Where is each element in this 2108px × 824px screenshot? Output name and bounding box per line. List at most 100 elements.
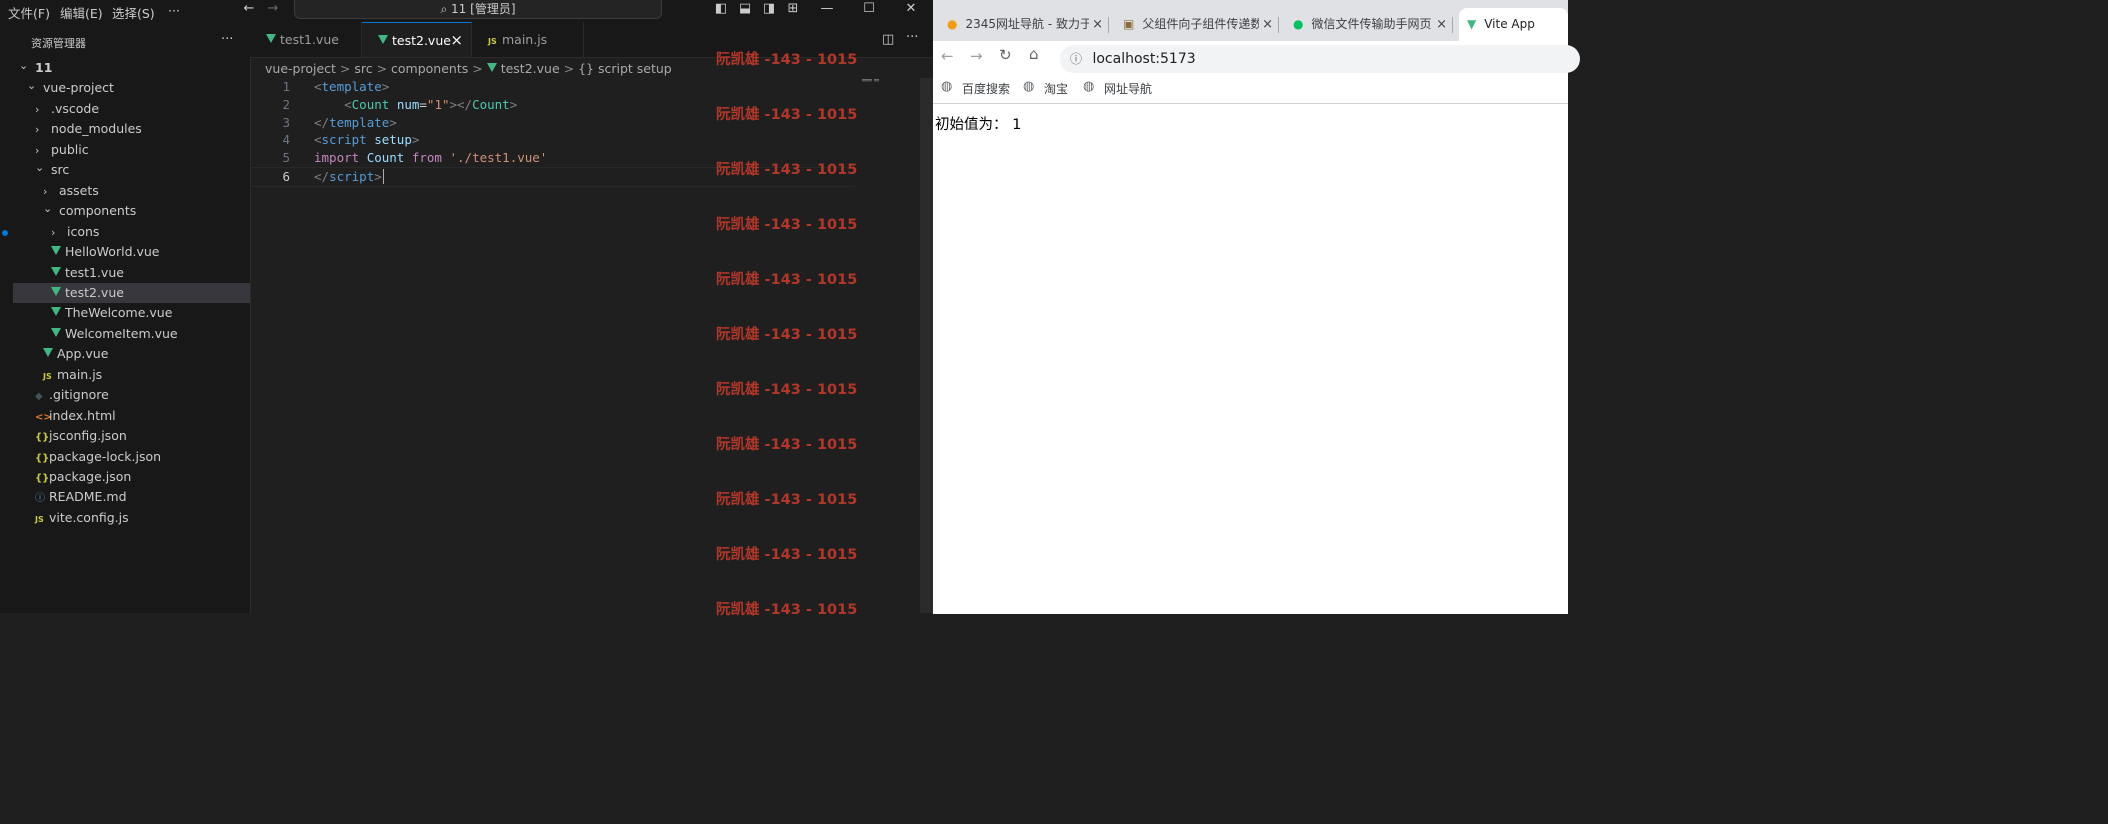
toggle-panel-icon[interactable]: ⬓ <box>736 1 754 17</box>
code-line[interactable]: 1 <template> <box>250 78 855 96</box>
explorer-sidebar: 资源管理器 ··· ⌄ 11 ⌄ vue-project › .vscode › node_m… <box>13 22 251 613</box>
editor-tab-label: test2.vue <box>392 33 451 48</box>
browser-tab[interactable]: ● 2345网址导航 - 致力于 × <box>939 8 1109 41</box>
home-icon[interactable]: ⌂ <box>1029 45 1039 63</box>
command-center[interactable]: ⌕ 11 [管理员] <box>294 0 662 19</box>
tree-item[interactable]: ⌄ vue-project <box>13 78 250 98</box>
editor-scrollbar[interactable] <box>920 78 933 613</box>
tree-item[interactable]: WelcomeItem.vue <box>13 324 250 344</box>
editor-tab[interactable]: test2.vue × <box>362 22 472 57</box>
minimize-icon[interactable]: — <box>818 1 836 17</box>
tab-separator <box>1278 17 1279 33</box>
close-window-icon[interactable]: ✕ <box>902 1 920 17</box>
code-text: </script> <box>314 169 384 184</box>
git-file-icon: ◆ <box>35 391 43 403</box>
tree-item[interactable]: › .vscode <box>13 99 250 119</box>
menu-file[interactable]: 文件(F) <box>8 3 50 22</box>
html-file-icon: <> <box>35 411 52 423</box>
watermark-text: 阮凯雄 -143 - 1015 <box>716 272 858 288</box>
page-viewport: 初始值为： 1 <box>933 103 1568 614</box>
menu-selection[interactable]: 选择(S) <box>112 3 155 22</box>
tree-item[interactable]: ⓘ README.md <box>13 487 250 507</box>
editor-more-icon[interactable]: ··· <box>906 30 918 45</box>
tree-item[interactable]: HelloWorld.vue <box>13 242 250 262</box>
code-text: <Count num="1"></Count> <box>344 97 518 112</box>
maximize-icon[interactable]: ☐ <box>860 1 878 17</box>
tree-item[interactable]: › icons <box>13 222 250 242</box>
forward-icon[interactable]: → <box>970 47 983 65</box>
tree-item[interactable]: JS vite.config.js <box>13 508 250 528</box>
browser-tab[interactable]: ▣ 父组件向子组件传递数 × <box>1115 8 1279 41</box>
breadcrumb-item[interactable]: test2.vue <box>501 61 560 76</box>
menu-more[interactable]: ··· <box>168 3 180 18</box>
minimap[interactable]: ══ ═ <box>862 76 886 86</box>
explorer-more-button[interactable]: ··· <box>221 32 233 47</box>
activity-bar <box>0 22 14 613</box>
tree-item[interactable]: test2.vue <box>13 282 250 303</box>
reload-icon[interactable]: ↻ <box>999 46 1012 64</box>
tree-item-label: package-lock.json <box>49 448 162 464</box>
breadcrumb-item[interactable]: components <box>391 61 468 76</box>
back-icon[interactable]: ← <box>941 47 954 65</box>
tree-item[interactable]: <>index.html <box>13 406 250 426</box>
tree-item[interactable]: ⌄ src <box>13 160 250 180</box>
tree-item[interactable]: {}package.json <box>13 467 250 487</box>
editor-tab[interactable]: JS main.js <box>472 22 584 57</box>
watermark-text: 阮凯雄 -143 - 1015 <box>716 107 858 123</box>
tree-item[interactable]: App.vue <box>13 344 250 364</box>
code-text: <script setup> <box>314 132 420 147</box>
breadcrumb-item[interactable]: src <box>354 61 372 76</box>
editor-tab[interactable]: test1.vue <box>250 22 362 57</box>
split-editor-icon[interactable]: ◫ <box>882 32 894 47</box>
line-number: 6 <box>282 169 290 184</box>
tree-item[interactable]: › assets <box>13 181 250 201</box>
count-display: 初始值为： 1 <box>935 117 1022 133</box>
browser-tab[interactable]: ▼ Vite App <box>1459 8 1568 41</box>
close-tab-icon[interactable]: × <box>1433 8 1447 41</box>
tree-item-label: vite.config.js <box>49 509 129 525</box>
back-arrow-icon[interactable]: ← <box>240 1 258 17</box>
customize-layout-icon[interactable]: ⊞ <box>784 1 802 17</box>
browser-tab-label: 2345网址导航 - 致力于 <box>965 17 1092 31</box>
bookmarks-bar: ◍ 百度搜索 ◍ 淘宝 ◍ 网址导航 <box>933 77 1568 99</box>
menu-edit[interactable]: 编辑(E) <box>60 3 103 22</box>
tree-item[interactable]: test1.vue <box>13 263 250 283</box>
site-info-icon[interactable]: ⓘ <box>1070 52 1082 66</box>
url-text: localhost:5173 <box>1092 51 1196 67</box>
watermark-text: 阮凯雄 -143 - 1015 <box>716 492 858 508</box>
tree-item[interactable]: › node_modules <box>13 119 250 139</box>
bookmark-item[interactable]: 百度搜索 <box>962 80 1010 97</box>
address-bar[interactable]: ⓘ localhost:5173 <box>1060 45 1580 73</box>
tree-item[interactable]: {}jsconfig.json <box>13 426 250 446</box>
code-text: </template> <box>314 115 397 130</box>
code-line[interactable]: 4 <script setup> <box>250 131 855 149</box>
2345-favicon-icon: ● <box>947 17 958 31</box>
chevron-right-icon: › <box>35 123 40 137</box>
tree-item[interactable]: JS main.js <box>13 365 250 385</box>
globe-icon: ◍ <box>1023 79 1035 94</box>
watermark-text: 阮凯雄 -143 - 1015 <box>716 382 858 398</box>
breadcrumb: vue-project > src > components > test2.v… <box>265 61 672 76</box>
tree-item[interactable]: › public <box>13 140 250 160</box>
close-tab-icon[interactable]: × <box>1089 8 1103 41</box>
toggle-secondary-sidebar-icon[interactable]: ◨ <box>760 1 778 17</box>
bookmark-item[interactable]: 网址导航 <box>1104 80 1152 97</box>
tree-item[interactable]: {}package-lock.json <box>13 447 250 467</box>
breadcrumb-item[interactable]: vue-project <box>265 61 336 76</box>
browser-tab[interactable]: ● 微信文件传输助手网页 × <box>1285 8 1453 41</box>
tree-item[interactable]: ◆ .gitignore <box>13 385 250 405</box>
breadcrumb-item[interactable]: {} script setup <box>578 61 672 76</box>
toggle-primary-sidebar-icon[interactable]: ◧ <box>712 1 730 17</box>
vue-file-icon <box>51 327 61 337</box>
close-tab-icon[interactable]: × <box>1259 8 1273 41</box>
tab-separator <box>1108 17 1109 33</box>
tree-item-label: HelloWorld.vue <box>65 244 160 260</box>
tree-item[interactable]: ⌄ 11 <box>13 58 250 78</box>
close-tab-icon[interactable]: × <box>450 23 463 58</box>
forward-arrow-icon[interactable]: → <box>264 1 282 17</box>
tree-item[interactable]: TheWelcome.vue <box>13 303 250 323</box>
tree-item[interactable]: ⌄ components <box>13 201 250 221</box>
vscode-window: 文件(F) 编辑(E) 选择(S) ··· ← → ⌕ 11 [管理员] ◧ ⬓… <box>0 0 933 618</box>
bookmark-item[interactable]: 淘宝 <box>1044 80 1068 97</box>
js-file-icon: JS <box>35 514 44 524</box>
